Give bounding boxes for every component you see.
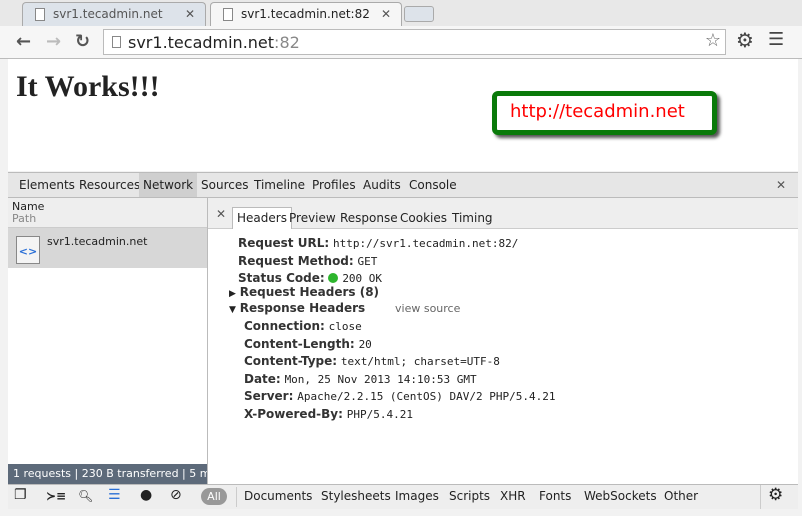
tab-headers[interactable]: Headers [232,207,292,229]
star-icon[interactable]: ☆ [705,30,721,51]
address-bar[interactable]: svr1.tecadmin.net:82 ☆ [103,29,726,55]
filter-xhr[interactable]: XHR [500,489,526,503]
reload-icon[interactable]: ↻ [75,31,90,52]
tab-audits[interactable]: Audits [363,178,401,192]
tab-resources[interactable]: Resources [79,178,140,192]
logo: http://tecadmin.net [492,91,717,135]
network-summary: 1 requests | 230 B transferred | 5 ms [8,464,207,484]
request-row[interactable]: <> svr1.tecadmin.net [8,228,207,268]
clear-icon[interactable]: ⊘ [170,487,182,503]
general-section: Request URL: http://svr1.tecadmin.net:82… [238,235,518,288]
close-detail-icon[interactable]: ✕ [216,207,226,221]
tab-1[interactable]: svr1.tecadmin.net ✕ [22,2,206,26]
request-method: Request Method: GET [238,253,378,268]
filter-websockets[interactable]: WebSockets [584,489,657,503]
response-headers: Connection: close Content-Length: 20 Con… [244,318,556,423]
filter-scripts[interactable]: Scripts [449,489,490,503]
gear-icon[interactable]: ⚙ [736,28,754,52]
html-file-icon: <> [16,236,40,264]
tab-console[interactable]: Console [409,178,457,192]
request-name: svr1.tecadmin.net [47,235,148,248]
tab-timing[interactable]: Timing [452,211,493,225]
filter-stylesheets[interactable]: Stylesheets [321,489,391,503]
divider [760,485,761,509]
tab-preview[interactable]: Preview [289,211,336,225]
page-heading: It Works!!! [16,70,160,103]
header-content-length: Content-Length: 20 [244,336,372,351]
new-tab-button[interactable] [404,6,434,22]
tab-elements[interactable]: Elements [19,178,75,192]
name-header: Name [12,200,45,213]
filter-images[interactable]: Images [395,489,439,503]
close-devtools-icon[interactable]: ✕ [776,178,786,192]
close-tab-icon[interactable]: ✕ [185,7,195,21]
response-headers-toggle[interactable]: ▼ Response Headers view source [229,300,460,319]
tab-title: svr1.tecadmin.net:82 [241,7,370,21]
url-host: svr1.tecadmin.net [128,33,275,52]
devtools-tabs: Elements Resources Network Sources Timel… [8,172,798,198]
filter-other[interactable]: Other [664,489,698,503]
collapse-arrow-icon: ▼ [229,305,236,315]
list-view-icon[interactable]: ☰ [108,487,121,503]
page-icon [223,8,233,21]
header-content-type: Content-Type: text/html; charset=UTF-8 [244,354,500,368]
tab-response[interactable]: Response [340,211,398,225]
devtools-statusbar: ❐ ≻≡ 🔍︎ ☰ ● ⊘ All Documents Stylesheets … [8,484,798,509]
detail-tabs: ✕ Headers Preview Response Cookies Timin… [208,198,798,229]
header-server: Server: Apache/2.2.15 (CentOS) DAV/2 PHP… [244,389,556,403]
browser-toolbar: ← → ↻ svr1.tecadmin.net:82 ☆ ⚙ ☰ [0,26,802,59]
tab-cookies[interactable]: Cookies [400,211,447,225]
tab-strip: svr1.tecadmin.net ✕ svr1.tecadmin.net:82 ✕ [0,0,802,26]
filter-all[interactable]: All [201,488,227,505]
headers-panel: ✕ Headers Preview Response Cookies Timin… [208,198,798,484]
tab-network[interactable]: Network [139,173,198,197]
close-tab-icon[interactable]: ✕ [381,7,391,21]
menu-icon[interactable]: ☰ [768,29,784,50]
page-content: It Works!!! http://tecadmin.net [8,59,798,171]
tab-2[interactable]: svr1.tecadmin.net:82 ✕ [210,2,402,26]
header-x-powered-by: X-Powered-By: PHP/5.4.21 [244,406,413,421]
expand-arrow-icon: ▶ [229,289,236,299]
tab-sources[interactable]: Sources [201,178,248,192]
header-connection: Connection: close [244,319,362,333]
page-icon [112,36,121,48]
back-icon[interactable]: ← [16,31,31,52]
forward-icon[interactable]: → [46,31,61,52]
view-source-link[interactable]: view source [395,302,460,315]
tab-title: svr1.tecadmin.net [53,7,163,21]
column-header[interactable]: Name Path [8,198,207,228]
request-url: Request URL: http://svr1.tecadmin.net:82… [238,236,519,250]
header-date: Date: Mon, 25 Nov 2013 14:10:53 GMT [244,371,477,386]
search-icon[interactable]: 🔍︎ [78,489,93,503]
url-port: :82 [274,33,300,52]
logo-text: http://tecadmin.net [510,101,685,122]
dock-icon[interactable]: ❐ [14,487,27,503]
tab-timeline[interactable]: Timeline [254,178,305,192]
record-icon[interactable]: ● [140,487,152,503]
page-icon [35,8,45,21]
status-ok-icon [328,273,339,283]
console-drawer-icon[interactable]: ≻≡ [46,489,66,503]
filter-fonts[interactable]: Fonts [539,489,571,503]
filter-documents[interactable]: Documents [244,489,312,503]
request-list: Name Path <> svr1.tecadmin.net 1 requests … [8,198,208,484]
settings-gear-icon[interactable]: ⚙ [768,485,783,505]
path-header: Path [12,212,37,225]
tab-profiles[interactable]: Profiles [312,178,356,192]
divider [236,487,237,507]
